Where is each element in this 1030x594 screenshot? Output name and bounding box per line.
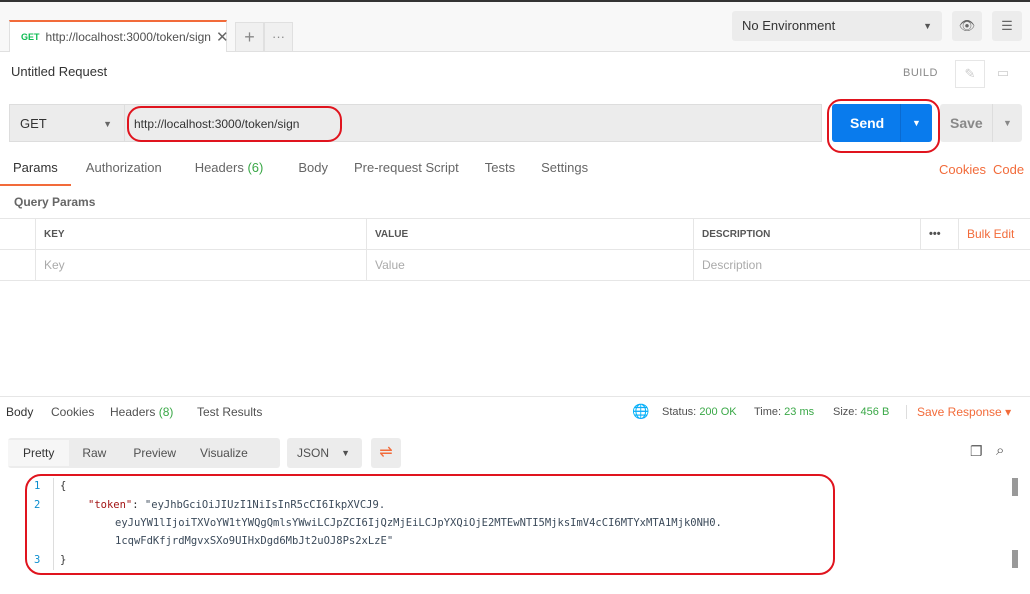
save-response-label: Save Response — [917, 405, 1002, 419]
tab-method: GET — [21, 32, 40, 42]
request-tab[interactable]: GET http://localhost:3000/token/sign ✕ — [9, 20, 229, 52]
search-icon[interactable]: ⌕ — [996, 442, 1004, 459]
description-input[interactable]: Description — [693, 250, 1030, 281]
value-header: VALUE — [366, 219, 408, 250]
view-visualize[interactable]: Visualize — [190, 440, 258, 466]
more-tabs-button[interactable]: ··· — [264, 22, 293, 52]
value-input[interactable]: Value — [366, 250, 693, 281]
view-pretty[interactable]: Pretty — [8, 440, 70, 466]
table-header: KEY VALUE DESCRIPTION ••• Bulk Edit — [0, 219, 1030, 250]
tab-tests[interactable]: Tests — [472, 160, 528, 186]
view-preview[interactable]: Preview — [119, 440, 190, 466]
tab-response-body[interactable]: Body — [6, 405, 33, 419]
tab-response-cookies[interactable]: Cookies — [51, 405, 94, 419]
globe-icon[interactable]: 🌐 — [632, 403, 649, 420]
tab-label: Headers — [194, 160, 244, 175]
time-label: Time: — [754, 406, 782, 418]
tab-params[interactable]: Params — [0, 160, 71, 186]
tab-url: http://localhost:3000/token/sign — [45, 30, 211, 44]
tab-pre-request-script[interactable]: Pre-request Script — [341, 160, 472, 186]
new-tab-button[interactable]: + — [235, 22, 264, 52]
edit-icon[interactable]: ✎ — [955, 60, 985, 88]
tab-authorization[interactable]: Authorization — [71, 160, 175, 186]
chevron-down-icon: ▼ — [103, 119, 112, 129]
view-raw[interactable]: Raw — [69, 440, 119, 466]
status-label: Status: — [662, 406, 697, 418]
save-response-button[interactable]: Save Response ▾ — [906, 405, 1011, 419]
close-icon[interactable]: ✕ — [216, 28, 229, 46]
status-readout: Status: 200 OK — [662, 406, 737, 418]
size-readout: Size: 456 B — [833, 406, 889, 418]
eye-icon[interactable]: 👁 — [952, 11, 982, 41]
environment-value: No Environment — [742, 18, 836, 33]
table-row: Key Value Description — [0, 250, 1030, 281]
save-label: Save — [950, 115, 983, 131]
annotation-circle — [127, 106, 342, 142]
scrollbar[interactable] — [1012, 478, 1018, 496]
settings-sliders-icon[interactable]: ☰ — [992, 11, 1022, 41]
status-value: 200 OK — [699, 406, 737, 418]
view-mode-tabs: Pretty Raw Preview Visualize — [8, 438, 280, 468]
chevron-down-icon[interactable]: ▼ — [992, 104, 1022, 142]
more-icon[interactable]: ••• — [920, 219, 941, 250]
comments-icon[interactable]: ▭ — [988, 60, 1018, 88]
bulk-edit-link[interactable]: Bulk Edit — [958, 219, 1014, 250]
query-params-title: Query Params — [14, 195, 96, 209]
environment-select[interactable]: No Environment ▼ — [732, 11, 942, 41]
method-select[interactable]: GET ▼ — [9, 104, 124, 142]
response-bar: Body Cookies Headers (8) Test Results 🌐 … — [0, 396, 1030, 428]
tab-body[interactable]: Body — [276, 160, 341, 186]
request-tabs: Params Authorization Headers (6) Body Pr… — [0, 160, 601, 186]
params-table: KEY VALUE DESCRIPTION ••• Bulk Edit Key … — [0, 218, 1030, 281]
wrap-lines-icon[interactable]: ⇌ — [371, 438, 401, 468]
tab-response-headers[interactable]: Headers (8) — [110, 405, 173, 419]
method-value: GET — [20, 116, 47, 131]
scrollbar[interactable] — [1012, 550, 1018, 568]
save-button[interactable]: Save ▼ — [940, 104, 1022, 142]
request-title: Untitled Request — [11, 64, 108, 79]
size-label: Size: — [833, 406, 858, 418]
tab-settings[interactable]: Settings — [528, 160, 601, 186]
annotation-circle — [25, 474, 835, 575]
copy-icon[interactable]: ❐ — [970, 443, 983, 460]
annotation-circle — [827, 99, 940, 153]
build-label[interactable]: BUILD — [903, 67, 938, 79]
format-value: JSON — [297, 446, 330, 460]
tab-test-results[interactable]: Test Results — [197, 405, 262, 419]
cookies-link[interactable]: Cookies — [939, 162, 986, 177]
code-link[interactable]: Code — [993, 162, 1024, 177]
size-value: 456 B — [860, 406, 890, 418]
tab-label: Headers — [110, 405, 156, 419]
time-value: 23 ms — [784, 406, 815, 418]
chevron-down-icon: ▼ — [341, 448, 350, 458]
headers-count: (8) — [158, 405, 174, 419]
time-readout: Time: 23 ms — [754, 406, 814, 418]
key-input[interactable]: Key — [35, 250, 366, 281]
chevron-down-icon: ▼ — [923, 21, 932, 31]
format-select[interactable]: JSON ▼ — [287, 438, 362, 468]
key-header: KEY — [35, 219, 65, 250]
tab-headers[interactable]: Headers (6) — [175, 160, 277, 186]
description-header: DESCRIPTION — [693, 219, 770, 250]
headers-count: (6) — [247, 160, 264, 175]
